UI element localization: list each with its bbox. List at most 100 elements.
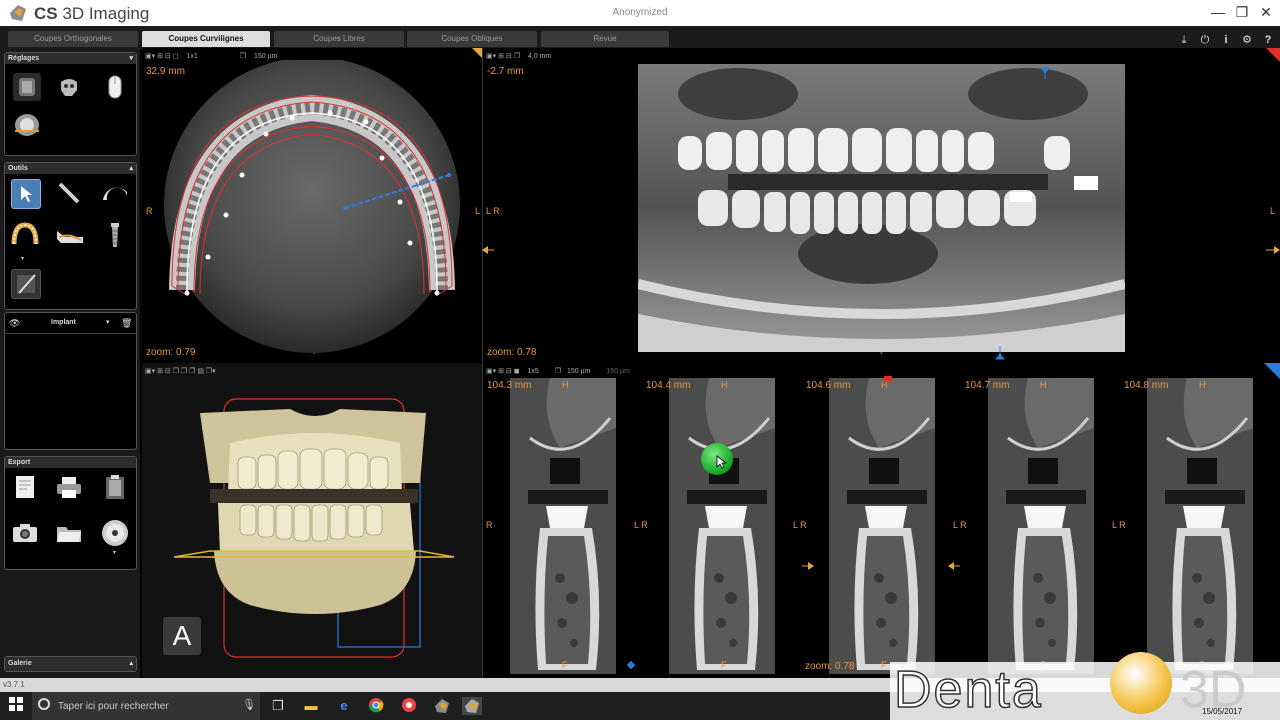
print-icon[interactable]	[55, 473, 83, 501]
cross-section-image[interactable]	[829, 378, 935, 674]
cross-section-image[interactable]	[988, 378, 1094, 674]
pointer-tool-icon[interactable]	[11, 179, 41, 209]
pano-label-left: L R	[486, 206, 500, 216]
cross-section-slice[interactable]	[669, 378, 775, 674]
dental-arch-icon[interactable]	[11, 221, 39, 249]
cross-left-marker-icon[interactable]	[802, 558, 814, 570]
power-icon[interactable]: ⏻	[1198, 34, 1212, 46]
cross-slice-label-top: H	[1199, 380, 1206, 390]
pano-right-marker-icon[interactable]	[1266, 242, 1280, 254]
galerie-header[interactable]: Galerie ▴	[5, 657, 136, 671]
chrome-icon[interactable]	[366, 697, 386, 715]
volume-render[interactable]	[170, 383, 460, 663]
cross-label-lr-3: L R	[953, 520, 967, 530]
thickness-icon[interactable]: ❐	[240, 53, 246, 60]
record-app-icon[interactable]	[399, 697, 419, 715]
cross-section-slice[interactable]	[1147, 378, 1253, 674]
tab-coupes-obliques[interactable]: Coupes Obliques	[407, 31, 537, 47]
restore-button[interactable]: ❐	[1230, 4, 1254, 22]
implant-tool-icon[interactable]	[101, 221, 129, 249]
cross-tools-icon[interactable]: ▣▾ ⊞ ⊟ ◼	[486, 368, 520, 375]
cross-section-slice[interactable]	[988, 378, 1094, 674]
export-header[interactable]: Export	[5, 457, 136, 468]
cross-slice-label-top: H	[1040, 380, 1047, 390]
cs-imaging-app-icon[interactable]	[432, 697, 452, 715]
outils-panel: Outils ▴ ▾	[4, 162, 137, 310]
galerie-panel[interactable]: Galerie ▴	[4, 656, 137, 672]
pano-bottom-marker-icon[interactable]	[994, 346, 1006, 360]
cross-slice-label-top: H	[562, 380, 569, 390]
ruler-tool-icon[interactable]	[55, 179, 83, 207]
info-icon[interactable]: i	[1219, 34, 1233, 46]
reglages-header[interactable]: Réglages ▾	[5, 53, 136, 64]
tab-coupes-libres[interactable]: Coupes Libres	[274, 31, 404, 47]
skull-icon[interactable]	[55, 73, 83, 101]
nerve-tool-icon[interactable]	[55, 221, 83, 249]
windows-start-icon[interactable]	[6, 697, 26, 715]
pano-toolbar[interactable]: ▣▾ ⊞ ⊟ ❐ 4,0 mm	[486, 51, 551, 63]
cross-section-image[interactable]	[1147, 378, 1253, 674]
taskbar-date: 15/05/2017	[1202, 707, 1243, 716]
eye-icon[interactable]: 👁	[9, 313, 20, 333]
cross-section-image[interactable]	[669, 378, 775, 674]
disc-dropdown-icon[interactable]: ▾	[113, 549, 116, 556]
erase-tool-icon[interactable]	[11, 269, 41, 299]
search-placeholder: Taper ici pour rechercher	[58, 701, 169, 712]
help-icon[interactable]: ?	[1261, 34, 1275, 46]
taskbar-search-box[interactable]: Taper ici pour rechercher 🎙	[32, 692, 260, 720]
cross-thickness-icon[interactable]: ❐	[555, 368, 561, 375]
pano-corner-marker-icon	[1266, 48, 1280, 62]
report-icon[interactable]	[11, 473, 39, 501]
edge-icon[interactable]: e	[334, 697, 354, 715]
watermark-text: Denta	[893, 660, 1043, 720]
layout-icon[interactable]: ⊞ ⊟ ◻	[157, 53, 178, 60]
pano-thickness-label: 4,0 mm	[527, 53, 552, 60]
cross-slice-position: 104.6 mm	[806, 380, 851, 391]
camera-icon[interactable]	[11, 519, 39, 547]
save-icon[interactable]: ▣▾	[145, 53, 155, 60]
angle-tool-icon[interactable]	[101, 179, 129, 207]
cross-label-left: R	[486, 520, 493, 530]
download-icon[interactable]: ⤓	[1177, 34, 1191, 46]
cross-section-slice[interactable]	[510, 378, 616, 674]
volume-orientation-label[interactable]: A	[163, 617, 201, 655]
cross-section-image[interactable]	[510, 378, 616, 674]
cs-imaging-active-icon[interactable]	[462, 697, 482, 715]
file-explorer-icon[interactable]: ▬	[301, 697, 321, 715]
cross-section-slice[interactable]	[829, 378, 935, 674]
trash-icon[interactable]: 🗑	[121, 313, 132, 333]
pano-top-marker-icon[interactable]	[1039, 66, 1051, 79]
tab-coupes-orthogonales[interactable]: Coupes Orthogonales	[8, 31, 138, 47]
volume-tools-icon[interactable]: ▣▾ ⊞ ⊟ ❐ ❐ ❐ ▤ ❐▾	[145, 368, 216, 375]
panoramic-image[interactable]	[638, 64, 1125, 352]
outils-header[interactable]: Outils ▴	[5, 163, 136, 174]
pano-left-marker-icon[interactable]	[482, 242, 494, 254]
dropdown-arrow-icon[interactable]: ▾	[21, 255, 24, 262]
export-panel: Export ▾	[4, 456, 137, 570]
cross-slice-label-bottom: F	[562, 660, 568, 670]
cross-corner-marker-icon	[1264, 363, 1280, 379]
head-scan-icon[interactable]	[13, 111, 41, 139]
mouse-cursor-icon	[716, 455, 728, 469]
cross-toolbar[interactable]: ▣▾ ⊞ ⊟ ◼ 1x5 ❐ 150 µm 150 µm	[486, 366, 630, 378]
folder-icon[interactable]	[55, 519, 83, 547]
task-view-icon[interactable]: ❐	[268, 697, 288, 715]
gear-icon[interactable]: ⚙	[1240, 34, 1254, 46]
clipboard-icon[interactable]	[101, 473, 129, 501]
axial-image[interactable]	[142, 60, 482, 360]
implant-row[interactable]: 👁 Implant ▾ 🗑	[5, 313, 136, 334]
cross-slice-position: 104.4 mm	[646, 380, 691, 391]
minimize-button[interactable]: —	[1206, 4, 1230, 22]
pano-save-icon[interactable]: ▣▾ ⊞ ⊟ ❐	[486, 53, 520, 60]
disc-icon[interactable]	[101, 519, 129, 547]
tab-coupes-curvilignes[interactable]: Coupes Curvilignes	[142, 31, 270, 47]
axial-layout-label: 1x1	[186, 53, 198, 60]
volume-toolbar[interactable]: ▣▾ ⊞ ⊟ ❐ ❐ ❐ ▤ ❐▾	[145, 366, 216, 378]
cross-right-marker-icon[interactable]	[948, 558, 960, 570]
bone-density-icon[interactable]	[13, 73, 41, 101]
mouse-icon[interactable]	[101, 73, 129, 101]
close-button[interactable]: ✕	[1254, 4, 1278, 22]
tab-revue[interactable]: Revue	[541, 31, 669, 47]
implant-dropdown-icon[interactable]: ▾	[106, 313, 110, 333]
microphone-icon[interactable]: 🎙	[242, 698, 256, 711]
